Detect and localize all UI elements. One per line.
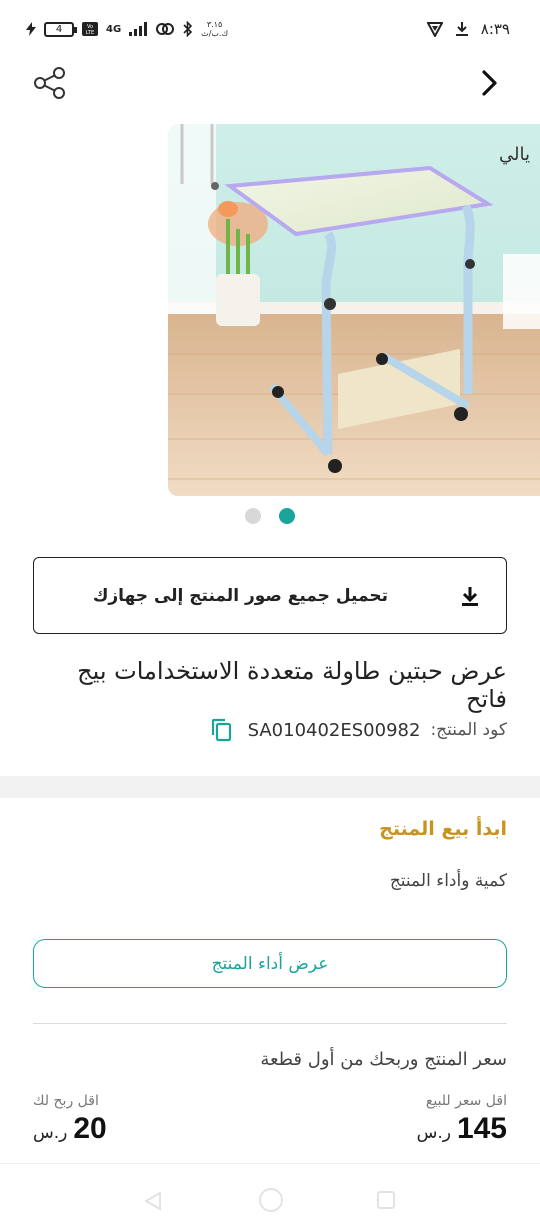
view-performance-button[interactable]: عرض أداء المنتج [33, 939, 507, 988]
copy-icon[interactable] [210, 718, 232, 742]
start-selling-heading: ابدأ بيع المنتج [379, 818, 507, 840]
chevron-right-icon[interactable] [478, 68, 502, 98]
battery-level: 4 [55, 23, 63, 35]
carousel-indicators [0, 508, 540, 524]
product-image-carousel[interactable]: يالي [168, 124, 540, 496]
charging-icon [26, 22, 36, 36]
svg-text:LTE: LTE [86, 30, 94, 36]
network-type: 4G [106, 23, 122, 35]
min-profit: 20 ر.س [33, 1112, 107, 1146]
divider [33, 1023, 507, 1024]
data-speed: ٣.١٥ ك.ب/ث [201, 20, 229, 38]
min-profit-label: اقل ربح لك [33, 1093, 99, 1109]
bluetooth-icon [183, 21, 193, 37]
currency-label: ر.س [416, 1123, 451, 1143]
product-code-label: كود المنتج: [430, 720, 507, 740]
quantity-performance-label: كمية وأداء المنتج [389, 871, 507, 891]
share-icon[interactable] [33, 66, 67, 100]
product-code-value: SA010402ES00982 [247, 719, 421, 741]
download-all-images-button[interactable]: تحميل جميع صور المنتج إلى جهازك [33, 557, 507, 634]
product-title: عرض حبتين طاولة متعددة الاستخدامات بيج ف… [77, 657, 507, 713]
pricing-heading: سعر المنتج وربحك من أول قطعة [260, 1049, 507, 1070]
product-code-row: كود المنتج: SA010402ES00982 [210, 718, 507, 742]
min-sell-price: 145 ر.س [417, 1112, 507, 1146]
nav-home-icon[interactable] [258, 1187, 284, 1213]
min-profit-value: 20 [73, 1112, 107, 1145]
svg-text:يالي: يالي [499, 144, 530, 165]
clock: ٨:٣٩ [480, 20, 510, 38]
download-icon [462, 587, 478, 606]
link-icon [156, 23, 175, 35]
bottom-divider [0, 1163, 540, 1164]
product-image: يالي [168, 124, 540, 496]
carousel-dot-active[interactable] [279, 508, 295, 524]
download-icon [455, 22, 468, 36]
volte-icon: VoLTE [82, 22, 98, 36]
download-all-images-label: تحميل جميع صور المنتج إلى جهازك [92, 585, 388, 606]
section-divider [0, 776, 540, 798]
nav-recent-apps-icon[interactable] [376, 1190, 396, 1210]
min-sell-price-label: اقل سعر للبيع [425, 1093, 507, 1109]
nav-back-icon[interactable] [142, 1190, 164, 1212]
carousel-dot[interactable] [245, 508, 261, 524]
top-app-bar [0, 64, 540, 120]
battery-icon: 4 [44, 21, 77, 37]
status-bar: 4 Vo LTE 4G ٣.١٥ ك.ب/ث ٨:٣٩ [0, 0, 540, 64]
system-nav-bar [0, 1172, 540, 1230]
vpn-icon [426, 22, 443, 37]
min-sell-price-value: 145 [456, 1112, 507, 1145]
signal-icon [129, 22, 148, 36]
status-bar-left: 4 Vo LTE 4G ٣.١٥ ك.ب/ث [26, 20, 228, 38]
status-bar-right: ٨:٣٩ [426, 20, 510, 38]
currency-label: ر.س [33, 1123, 68, 1143]
